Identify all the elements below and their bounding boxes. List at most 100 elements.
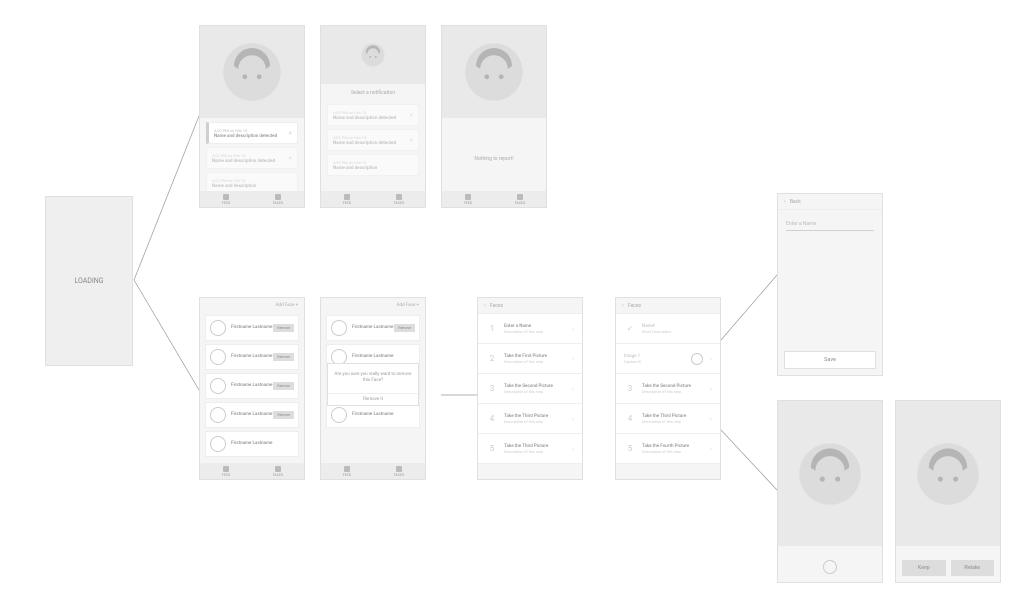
feed-item[interactable]: 4:02 PM on Feb 13Name and description bbox=[327, 154, 419, 176]
person-icon bbox=[396, 194, 402, 200]
step-row[interactable]: 3Take the Second PictureDescription of t… bbox=[478, 374, 582, 404]
chevron-right-icon: › bbox=[572, 445, 574, 453]
shutter-button[interactable] bbox=[823, 560, 837, 574]
tab-faces[interactable]: FACES bbox=[373, 463, 425, 479]
chevron-right-icon: › bbox=[572, 355, 574, 363]
chevron-left-icon: ‹ bbox=[484, 302, 486, 309]
person-icon bbox=[275, 466, 281, 472]
face-icon bbox=[916, 442, 980, 506]
bell-icon bbox=[465, 194, 471, 200]
camera-review-screen: Keep Retake bbox=[895, 400, 1001, 583]
select-caption: Select a notification bbox=[321, 90, 425, 96]
avatar-icon bbox=[331, 320, 347, 336]
face-row[interactable]: Firstname LastnameRemove bbox=[205, 373, 299, 399]
feed-screen-empty: Nothing to report! FEED FACES bbox=[441, 25, 547, 208]
face-icon bbox=[361, 43, 385, 67]
remove-button[interactable]: Remove bbox=[273, 382, 294, 390]
tabbar: FEED FACES bbox=[321, 463, 425, 479]
chevron-right-icon: › bbox=[572, 415, 574, 423]
chevron-right-icon: › bbox=[710, 355, 712, 363]
person-icon bbox=[517, 194, 523, 200]
avatar-icon bbox=[210, 407, 226, 423]
chevron-right-icon: › bbox=[710, 415, 712, 423]
feed-item[interactable]: 4:02 PM on Feb 13Name and description de… bbox=[206, 122, 298, 144]
chevron-right-icon: › bbox=[572, 385, 574, 393]
save-button[interactable]: Save bbox=[784, 351, 876, 369]
feed-list: 4:02 PM on Feb 13Name and description de… bbox=[321, 100, 425, 183]
avatar-icon bbox=[331, 407, 347, 423]
person-icon bbox=[396, 466, 402, 472]
face-icon bbox=[798, 442, 862, 506]
close-icon[interactable]: × bbox=[410, 112, 413, 119]
face-row[interactable]: Firstname LastnameRemove bbox=[205, 315, 299, 341]
chevron-right-icon: › bbox=[710, 445, 712, 453]
avatar-icon bbox=[210, 436, 226, 452]
face-row[interactable]: Firstname LastnameRemove bbox=[205, 344, 299, 370]
chevron-left-icon: ‹ bbox=[622, 302, 624, 309]
add-face-button[interactable]: Add Face + bbox=[321, 298, 425, 312]
back-header[interactable]: ‹Faces bbox=[478, 298, 582, 314]
chevron-right-icon: › bbox=[572, 325, 574, 333]
confirm-text: Are you sure you really want to remove t… bbox=[334, 372, 412, 385]
confirm-remove-button[interactable]: Remove it bbox=[328, 393, 418, 405]
feed-item[interactable]: 4:02 PM on Feb 13Name and description de… bbox=[327, 104, 419, 126]
close-icon[interactable]: × bbox=[289, 130, 292, 137]
tab-faces[interactable]: FACES bbox=[494, 191, 546, 207]
step-row[interactable]: 1Enter a NameDescription of this step› bbox=[478, 314, 582, 344]
feed-item[interactable]: 4:02 PM on Feb 13Name and description de… bbox=[206, 147, 298, 169]
thumbnail-placeholder bbox=[690, 353, 704, 365]
confirm-dialog: Are you sure you really want to remove t… bbox=[327, 363, 419, 406]
remove-button[interactable]: Remove bbox=[273, 411, 294, 419]
name-entry-screen: ‹Back Enter a Name Save bbox=[777, 193, 883, 376]
face-row[interactable]: Firstname Lastname bbox=[205, 431, 299, 457]
face-row[interactable]: Firstname LastnameRemove bbox=[205, 402, 299, 428]
close-icon[interactable]: × bbox=[289, 155, 292, 162]
name-input[interactable]: Enter a Name bbox=[786, 218, 874, 231]
chevron-left-icon: ‹ bbox=[784, 198, 786, 205]
close-icon[interactable]: × bbox=[410, 137, 413, 144]
faces-list-confirm-screen: Add Face + Firstname LastnameRemove Firs… bbox=[320, 297, 426, 480]
chevron-right-icon: › bbox=[710, 385, 712, 393]
feed-screen-select: Select a notification 4:02 PM on Feb 13N… bbox=[320, 25, 426, 208]
bell-icon bbox=[344, 194, 350, 200]
face-icon bbox=[222, 42, 282, 102]
step-row-done[interactable]: ✓Name!Short Description bbox=[616, 314, 720, 344]
feed-item[interactable]: 4:02 PM on Feb 13Name and description de… bbox=[327, 129, 419, 151]
keep-button[interactable]: Keep bbox=[902, 560, 946, 576]
remove-button[interactable]: Remove bbox=[273, 324, 294, 332]
camera-preview bbox=[778, 401, 882, 546]
retake-button[interactable]: Retake bbox=[951, 560, 995, 576]
tab-feed[interactable]: FEED bbox=[321, 463, 373, 479]
tab-feed[interactable]: FEED bbox=[200, 463, 252, 479]
tab-faces[interactable]: FACES bbox=[373, 191, 425, 207]
tab-faces[interactable]: FACES bbox=[252, 463, 304, 479]
tab-feed[interactable]: FEED bbox=[442, 191, 494, 207]
tab-feed[interactable]: FEED bbox=[200, 191, 252, 207]
back-header[interactable]: ‹Faces bbox=[616, 298, 720, 314]
face-row[interactable]: Firstname LastnameRemove bbox=[326, 315, 420, 341]
remove-button[interactable]: Remove bbox=[273, 353, 294, 361]
step-row[interactable]: 5Take the Fourth PictureDescription of t… bbox=[616, 434, 720, 464]
bell-icon bbox=[223, 194, 229, 200]
step-row[interactable]: 5Take the Third PictureDescription of th… bbox=[478, 434, 582, 464]
step-row[interactable]: 4Take the Third PictureDescription of th… bbox=[478, 404, 582, 434]
bell-icon bbox=[344, 466, 350, 472]
tabbar: FEED FACES bbox=[442, 191, 546, 207]
camera-capture-screen bbox=[777, 400, 883, 583]
step-row[interactable]: 4Take the Third PictureDescription of th… bbox=[616, 404, 720, 434]
add-face-button[interactable]: Add Face + bbox=[200, 298, 304, 312]
loading-screen: LOADING bbox=[45, 196, 133, 366]
remove-button[interactable]: Remove bbox=[394, 324, 415, 332]
face-row[interactable]: Firstname Lastname bbox=[326, 402, 420, 428]
avatar-icon bbox=[210, 320, 226, 336]
check-icon: ✓ bbox=[624, 324, 636, 333]
avatar-icon bbox=[210, 349, 226, 365]
avatar-icon bbox=[210, 378, 226, 394]
step-row[interactable]: 2Take the First PictureDescription of th… bbox=[478, 344, 582, 374]
back-header[interactable]: ‹Back bbox=[778, 194, 882, 210]
tab-faces[interactable]: FACES bbox=[252, 191, 304, 207]
step-row-pending[interactable]: Image 1Capture it!› bbox=[616, 344, 720, 374]
tab-feed[interactable]: FEED bbox=[321, 191, 373, 207]
step-row[interactable]: 3Take the Second PictureDescription of t… bbox=[616, 374, 720, 404]
steps-screen-b: ‹Faces ✓Name!Short Description Image 1Ca… bbox=[615, 297, 721, 480]
